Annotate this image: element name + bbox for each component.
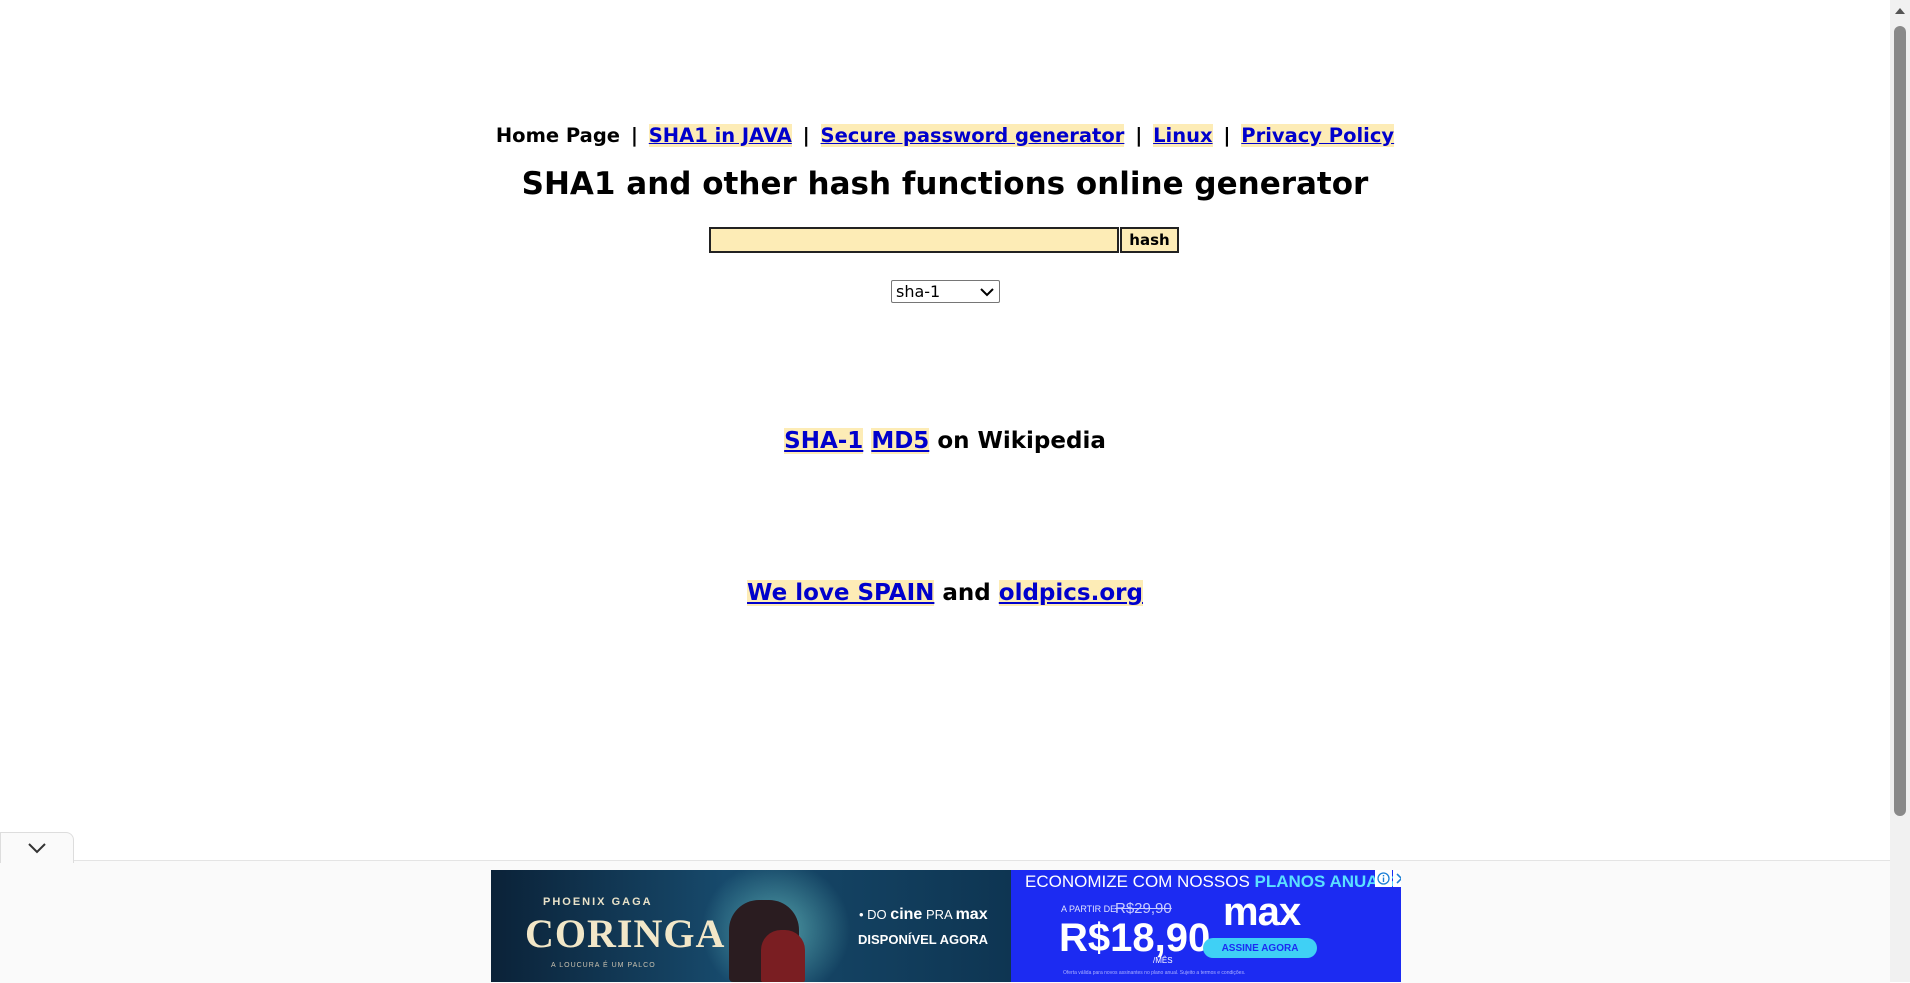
partner-and-label: and xyxy=(942,580,991,606)
ad-cine-mid: PRA xyxy=(925,907,952,922)
wikipedia-links: SHA-1 MD5 on Wikipedia xyxy=(0,428,1890,454)
ad-per-month: /MÊS xyxy=(1153,956,1173,965)
ad-collapse-toggle[interactable] xyxy=(0,832,74,863)
ad-movie-panel: PHOENIX GAGA CORINGA A LOUCURA É UM PALC… xyxy=(491,870,1011,982)
ad-figure-image xyxy=(761,930,805,982)
ad-tagline: A LOUCURA É UM PALCO xyxy=(551,962,656,969)
ad-movie-title: CORINGA xyxy=(525,911,726,956)
ad-old-price: R$29,90 xyxy=(1115,900,1172,917)
ad-brand-logo: max xyxy=(1223,890,1301,934)
link-md5-wikipedia[interactable]: MD5 xyxy=(871,428,930,454)
nav-link-linux[interactable]: Linux xyxy=(1153,124,1213,147)
nav-separator: | xyxy=(1223,124,1231,147)
link-we-love-spain[interactable]: We love SPAIN xyxy=(747,580,935,606)
ad-cast-names: PHOENIX GAGA xyxy=(543,896,653,908)
ad-subscribe-button[interactable]: ASSINE AGORA xyxy=(1203,938,1317,958)
hash-form: hash xyxy=(709,227,1179,253)
ad-headline-accent: PLANOS ANUAIS xyxy=(1254,872,1395,891)
ad-fine-print: Oferta válida para novos assinantes no p… xyxy=(1063,970,1246,976)
ad-cine-word: cine xyxy=(890,906,923,923)
algorithm-select[interactable]: sha-1 xyxy=(891,280,1000,303)
chevron-down-icon xyxy=(980,287,994,296)
top-nav: Home Page | SHA1 in JAVA | Secure passwo… xyxy=(0,124,1890,147)
page-title: SHA1 and other hash functions online gen… xyxy=(521,166,1369,202)
ad-headline: ECONOMIZE COM NOSSOS PLANOS ANUAIS xyxy=(1025,872,1395,892)
scrollbar-thumb[interactable] xyxy=(1894,26,1906,816)
nav-separator: | xyxy=(630,124,638,147)
ad-headline-text: ECONOMIZE COM NOSSOS xyxy=(1025,872,1250,891)
hash-button[interactable]: hash xyxy=(1120,227,1179,253)
ad-cine-max: max xyxy=(955,906,988,923)
link-oldpics[interactable]: oldpics.org xyxy=(998,580,1143,606)
algorithm-selected-value: sha-1 xyxy=(896,282,941,301)
nav-link-password-generator[interactable]: Secure password generator xyxy=(820,124,1125,147)
nav-link-sha1-java[interactable]: SHA1 in JAVA xyxy=(648,124,792,147)
ad-banner[interactable]: PHOENIX GAGA CORINGA A LOUCURA É UM PALC… xyxy=(491,870,1401,982)
page: Home Page | SHA1 in JAVA | Secure passwo… xyxy=(0,0,1890,983)
ad-price: R$18,90 xyxy=(1059,916,1211,960)
nav-link-privacy-policy[interactable]: Privacy Policy xyxy=(1241,124,1395,147)
hash-input[interactable] xyxy=(709,227,1119,253)
ad-offer-panel: ECONOMIZE COM NOSSOS PLANOS ANUAIS A PAR… xyxy=(1011,870,1401,982)
partner-links: We love SPAIN and oldpics.org xyxy=(0,580,1890,606)
ad-close-icon[interactable] xyxy=(1393,870,1401,887)
scroll-up-arrow-icon[interactable] xyxy=(1890,0,1910,22)
nav-separator: | xyxy=(1135,124,1143,147)
chevron-down-icon xyxy=(28,843,46,854)
nav-home-label: Home Page xyxy=(495,124,621,147)
link-sha1-wikipedia[interactable]: SHA-1 xyxy=(784,428,864,454)
vertical-scrollbar[interactable] xyxy=(1890,0,1910,982)
ad-info-icon[interactable] xyxy=(1375,870,1392,887)
nav-separator: | xyxy=(802,124,810,147)
ad-available-label: DISPONÍVEL AGORA xyxy=(858,932,989,947)
ad-cine-label: • DO cine PRA max xyxy=(859,906,988,924)
ad-cine-pre: • DO xyxy=(859,907,887,922)
wikipedia-suffix: on Wikipedia xyxy=(937,428,1106,454)
ad-from-label: A PARTIR DE xyxy=(1061,904,1117,914)
